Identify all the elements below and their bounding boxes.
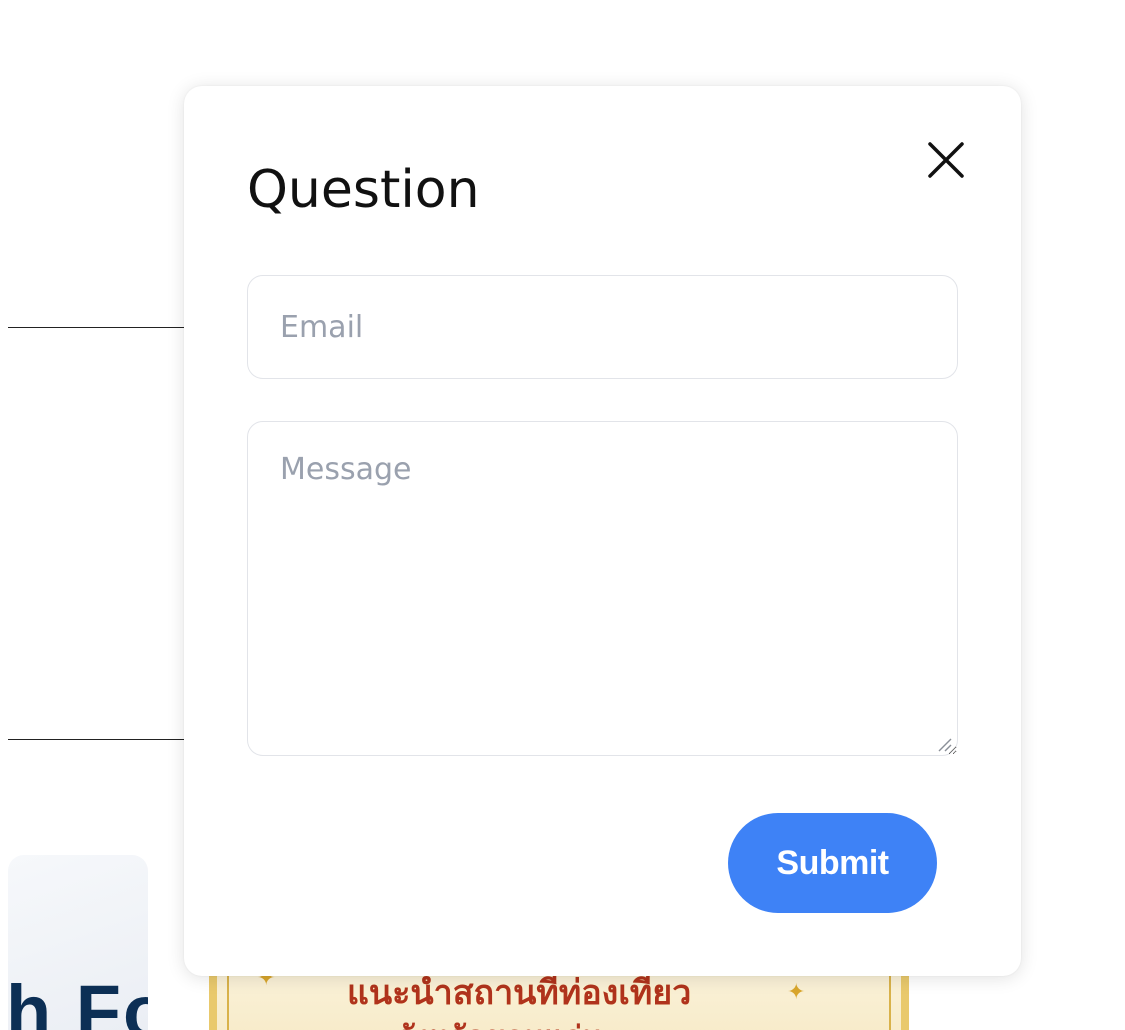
email-field[interactable]: [247, 275, 958, 379]
close-icon: [928, 142, 964, 178]
background-card-title: h Fo: [8, 970, 148, 1030]
message-textarea[interactable]: [247, 421, 958, 756]
divider-line: [8, 327, 208, 328]
resize-handle-icon[interactable]: [936, 736, 952, 752]
banner-title: แนะนำสถานที่ท่องเที่ยว: [347, 973, 692, 1013]
submit-button[interactable]: Submit: [728, 813, 937, 913]
background-card[interactable]: h Fo: [8, 855, 148, 1030]
modal-title: Question: [247, 160, 480, 220]
page: h Fo ✦ ✦ แนะนำสถานที่ท่องเที่ยว จังหวัดข…: [0, 0, 1125, 1030]
question-modal: Question Submit: [184, 86, 1021, 976]
close-button[interactable]: [922, 136, 970, 184]
sparkle-icon: ✦: [787, 980, 806, 1005]
divider-line: [8, 739, 208, 740]
banner-subtitle: จังหวัดขอนแก่น: [397, 1014, 602, 1030]
